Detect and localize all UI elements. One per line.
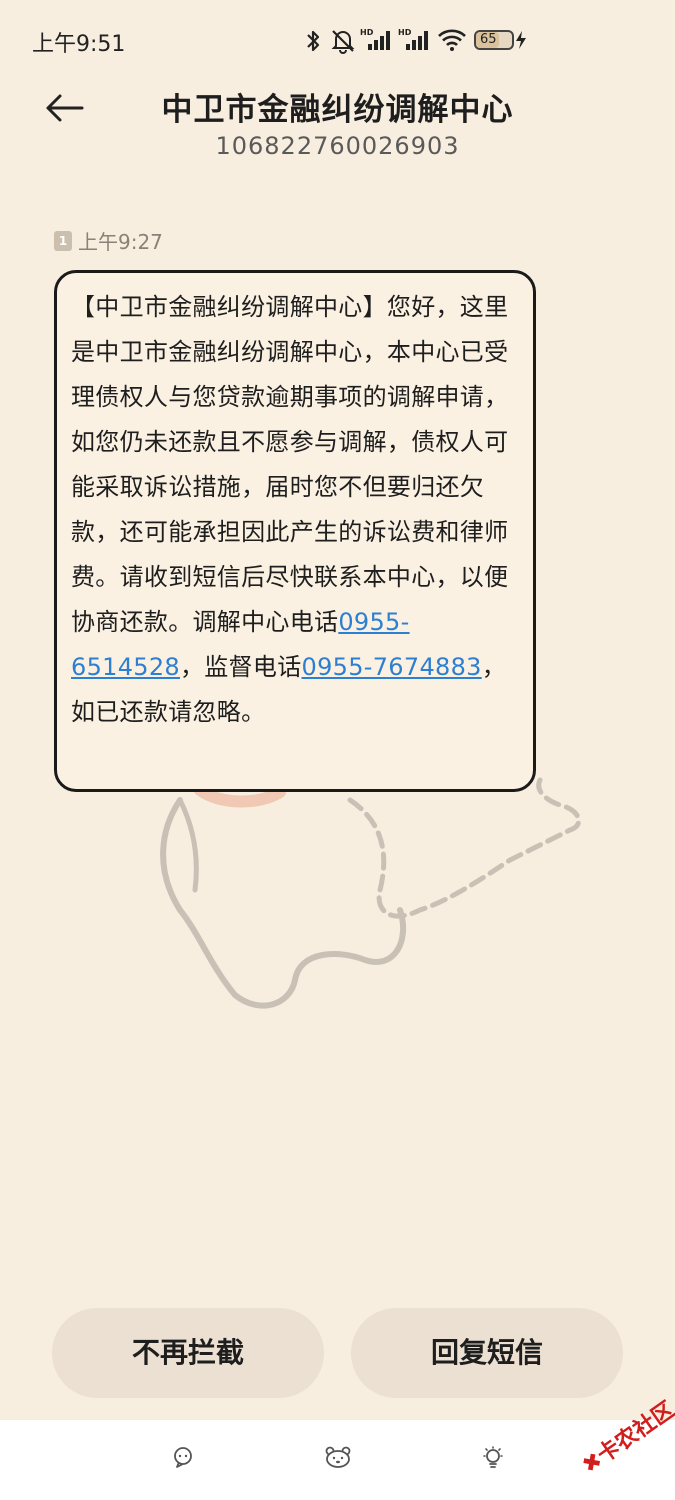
battery-level: 65 bbox=[480, 32, 497, 47]
message-bubble[interactable]: 【中卫市金融纠纷调解中心】您好，这里是中卫市金融纠纷调解中心，本中心已受理债权人… bbox=[54, 270, 536, 792]
signal-hd-icon: HD bbox=[360, 28, 390, 50]
bluetooth-icon bbox=[307, 30, 320, 52]
message-text: ，监督电话 bbox=[180, 653, 302, 681]
charging-icon bbox=[516, 31, 526, 49]
bear-doodle-illustration bbox=[160, 777, 582, 1009]
message-meta: 1 上午9:27 bbox=[54, 226, 163, 255]
contact-number: 106822760026903 bbox=[215, 132, 460, 160]
phone-link-supervision[interactable]: 0955-7674883 bbox=[302, 653, 482, 681]
unblock-button[interactable]: 不再拦截 bbox=[52, 1308, 324, 1398]
battery-icon: 65 bbox=[474, 30, 514, 50]
svg-text:HD: HD bbox=[398, 28, 412, 37]
status-bar: 上午9:51 HD HD 65 bbox=[0, 0, 675, 80]
bulb-icon[interactable] bbox=[482, 1446, 504, 1470]
message-time: 上午9:27 bbox=[78, 230, 163, 254]
reply-button[interactable]: 回复短信 bbox=[351, 1308, 623, 1398]
wifi-icon bbox=[438, 29, 466, 51]
bottom-nav bbox=[0, 1420, 675, 1500]
signal-hd-icon: HD bbox=[398, 28, 428, 50]
status-time: 上午9:51 bbox=[32, 32, 126, 57]
contact-name: 中卫市金融纠纷调解中心 bbox=[161, 92, 514, 128]
chat-icon[interactable] bbox=[172, 1446, 194, 1468]
sim-badge: 1 bbox=[54, 230, 72, 251]
bell-muted-icon bbox=[331, 30, 355, 54]
message-text: 【中卫市金融纠纷调解中心】您好，这里是中卫市金融纠纷调解中心，本中心已受理债权人… bbox=[71, 293, 509, 636]
svg-text:HD: HD bbox=[360, 28, 374, 37]
bear-icon[interactable] bbox=[324, 1446, 352, 1468]
